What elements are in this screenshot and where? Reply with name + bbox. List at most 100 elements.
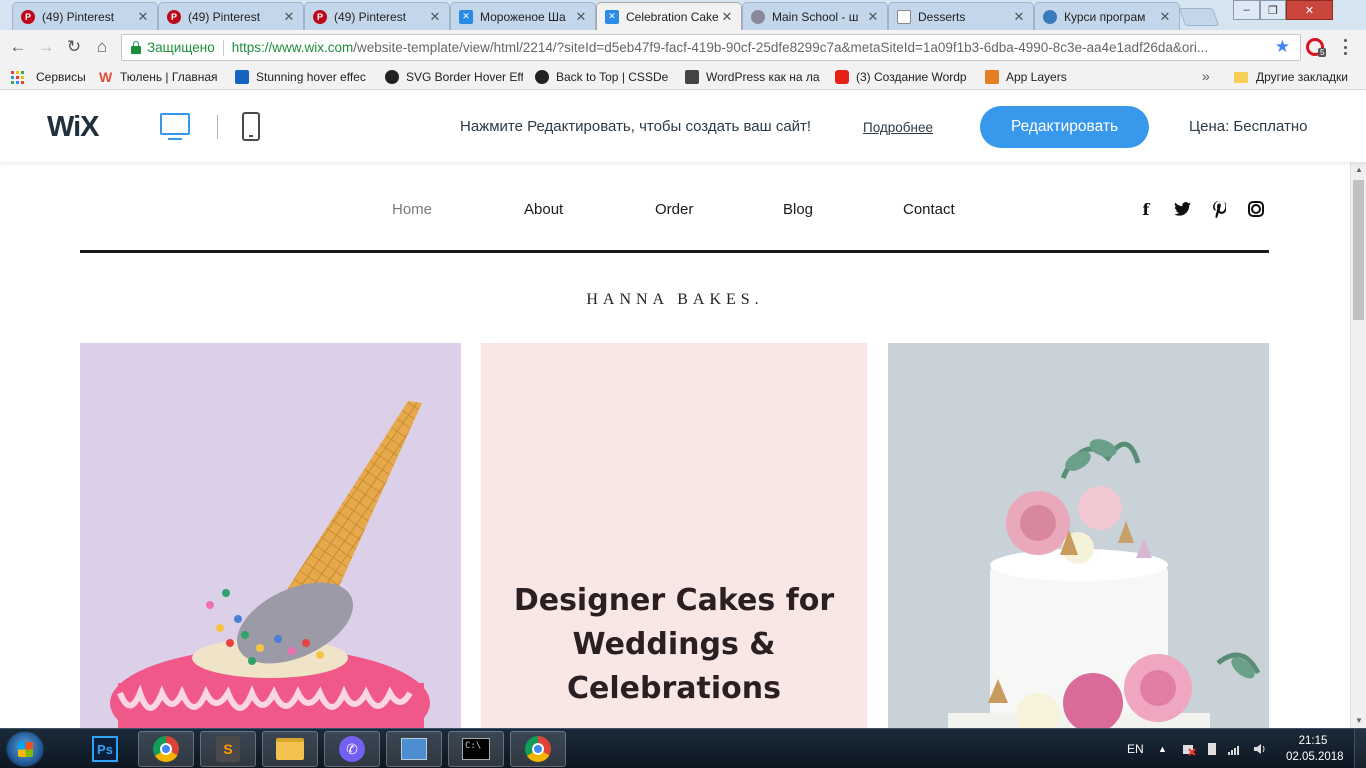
browser-tab[interactable]: Desserts ✕ xyxy=(888,2,1034,30)
learn-more-link[interactable]: Подробнее xyxy=(863,120,933,135)
home-button[interactable]: ⌂ xyxy=(91,36,113,58)
bookmark-label: SVG Border Hover Eff xyxy=(406,70,523,84)
scrollbar-thumb[interactable] xyxy=(1353,180,1364,320)
bookmark-item[interactable]: Stunning hover effec xyxy=(235,68,373,86)
start-button[interactable] xyxy=(6,731,44,767)
close-icon[interactable]: ✕ xyxy=(719,9,735,25)
header-divider xyxy=(80,250,1269,253)
close-window-button[interactable]: ✕ xyxy=(1286,0,1333,20)
browser-menu-icon[interactable] xyxy=(1344,39,1348,55)
nav-order[interactable]: Order xyxy=(655,201,693,218)
wix-logo[interactable]: WiX xyxy=(47,111,100,144)
instagram-icon[interactable] xyxy=(1248,201,1264,217)
apps-icon xyxy=(11,70,24,84)
other-bookmarks[interactable]: Другие закладки xyxy=(1234,68,1348,86)
browser-tab[interactable]: Курси програм ✕ xyxy=(1034,2,1180,30)
language-indicator[interactable]: EN xyxy=(1127,729,1144,768)
nav-contact[interactable]: Contact xyxy=(903,201,955,218)
minimize-button[interactable]: ‒ xyxy=(1233,0,1260,20)
taskbar-file-explorer[interactable] xyxy=(262,731,318,767)
sublime-text-icon: S xyxy=(216,736,240,762)
bookmark-item[interactable]: App Layers xyxy=(985,68,1085,86)
bookmarks-bar: Сервисы W Тюлень | Главная Stunning hove… xyxy=(0,64,1366,90)
back-button[interactable]: ← xyxy=(7,36,29,58)
taskbar-chrome[interactable] xyxy=(138,731,194,767)
page-scrollbar[interactable]: ▲ ▼ xyxy=(1350,162,1366,728)
browser-tab[interactable]: P (49) Pinterest ✕ xyxy=(304,2,450,30)
volume-icon[interactable] xyxy=(1254,729,1268,768)
close-icon[interactable]: ✕ xyxy=(573,9,589,25)
tab-title: (49) Pinterest xyxy=(42,9,115,24)
address-bar[interactable]: Защищено https://www.wix.com /website-te… xyxy=(121,34,1301,61)
network-icon[interactable] xyxy=(1228,729,1242,768)
system-clock[interactable]: 21:15 02.05.2018 xyxy=(1286,733,1344,765)
p-icon xyxy=(235,70,249,84)
reload-button[interactable]: ↻ xyxy=(63,36,85,58)
site-brand[interactable]: HANNA BAKES. xyxy=(0,291,1350,309)
twitter-icon[interactable] xyxy=(1173,200,1191,218)
pinterest-icon: P xyxy=(167,9,181,24)
close-icon[interactable]: ✕ xyxy=(865,9,881,25)
tab-title: Celebration Cake xyxy=(626,9,719,24)
browser-tab[interactable]: ✕ Мороженое Ша ✕ xyxy=(450,2,596,30)
device-icon[interactable] xyxy=(1206,729,1218,768)
chrome-icon xyxy=(153,736,179,762)
edit-button[interactable]: Редактировать xyxy=(980,106,1149,148)
bookmark-label: Сервисы xyxy=(36,70,86,84)
nav-home[interactable]: Home xyxy=(392,201,432,218)
pinterest-icon[interactable] xyxy=(1210,200,1228,218)
bookmark-item[interactable]: (3) Создание Wordp xyxy=(835,68,973,86)
close-icon[interactable]: ✕ xyxy=(281,9,297,25)
secure-label: Защищено xyxy=(147,40,215,55)
taskbar-viber[interactable]: ✆ xyxy=(324,731,380,767)
bookmark-label: WordPress как на ла xyxy=(706,70,820,84)
bookmark-star-icon[interactable]: ★ xyxy=(1275,37,1290,57)
new-tab-button[interactable] xyxy=(1178,8,1220,26)
tray-expand-icon[interactable]: ▲ xyxy=(1158,729,1167,768)
spinner-icon xyxy=(385,70,399,84)
close-icon[interactable]: ✕ xyxy=(427,9,443,25)
wp-icon xyxy=(685,70,699,84)
floral-cake-image xyxy=(888,343,1269,728)
close-icon[interactable]: ✕ xyxy=(1011,9,1027,25)
show-desktop-button[interactable] xyxy=(1354,729,1366,768)
pinterest-icon: P xyxy=(313,9,327,24)
desktop-view-icon[interactable] xyxy=(160,113,190,140)
bookmark-item[interactable]: SVG Border Hover Eff xyxy=(385,68,523,86)
w-icon: W xyxy=(99,69,113,85)
wix-icon: ✕ xyxy=(605,9,619,24)
nav-blog[interactable]: Blog xyxy=(783,201,813,218)
taskbar-chrome[interactable] xyxy=(510,731,566,767)
taskbar-control-panel[interactable] xyxy=(386,731,442,767)
browser-tab-active[interactable]: ✕ Celebration Cake ✕ xyxy=(596,2,742,30)
scroll-down-icon[interactable]: ▼ xyxy=(1355,716,1363,725)
headline-panel: Designer Cakes for Weddings & Celebratio… xyxy=(481,343,867,728)
scroll-up-icon[interactable]: ▲ xyxy=(1355,165,1363,174)
close-icon[interactable]: ✕ xyxy=(1157,9,1173,25)
bookmark-item[interactable]: W Тюлень | Главная xyxy=(99,68,227,86)
school-icon xyxy=(751,9,765,24)
minimize-icon: ‒ xyxy=(1243,4,1250,16)
taskbar-command-prompt[interactable]: C:\ xyxy=(448,731,504,767)
mobile-view-icon[interactable] xyxy=(242,112,260,141)
forward-button[interactable]: → xyxy=(35,36,57,58)
nav-about[interactable]: About xyxy=(524,201,563,218)
bookmark-apps[interactable]: Сервисы xyxy=(11,68,86,86)
browser-tab[interactable]: P (49) Pinterest ✕ xyxy=(158,2,304,30)
bookmark-item[interactable]: WordPress как на ла xyxy=(685,68,823,86)
browser-tab[interactable]: Main School - ш ✕ xyxy=(742,2,888,30)
maximize-button[interactable]: ❐ xyxy=(1260,0,1286,20)
close-icon[interactable]: ✕ xyxy=(135,9,151,25)
action-center-icon[interactable] xyxy=(1182,729,1196,768)
more-bookmarks-button[interactable]: » xyxy=(1202,68,1210,84)
browser-tab[interactable]: P (49) Pinterest ✕ xyxy=(12,2,158,30)
taskbar-photoshop[interactable]: Ps xyxy=(78,731,132,767)
facebook-icon[interactable]: f xyxy=(1137,200,1155,219)
taskbar-sublime-text[interactable]: S xyxy=(200,731,256,767)
bookmark-label: Stunning hover effec xyxy=(256,70,366,84)
maximize-icon: ❐ xyxy=(1268,4,1278,17)
bookmark-item[interactable]: Back to Top | CSSDe xyxy=(535,68,673,86)
url-path: /website-template/view/html/2214/?siteId… xyxy=(353,40,1209,55)
headline-line: Designer Cakes for xyxy=(513,583,835,618)
windows-taskbar: Ps S ✆ C:\ EN ▲ 21:15 02.05.2018 xyxy=(0,728,1366,768)
